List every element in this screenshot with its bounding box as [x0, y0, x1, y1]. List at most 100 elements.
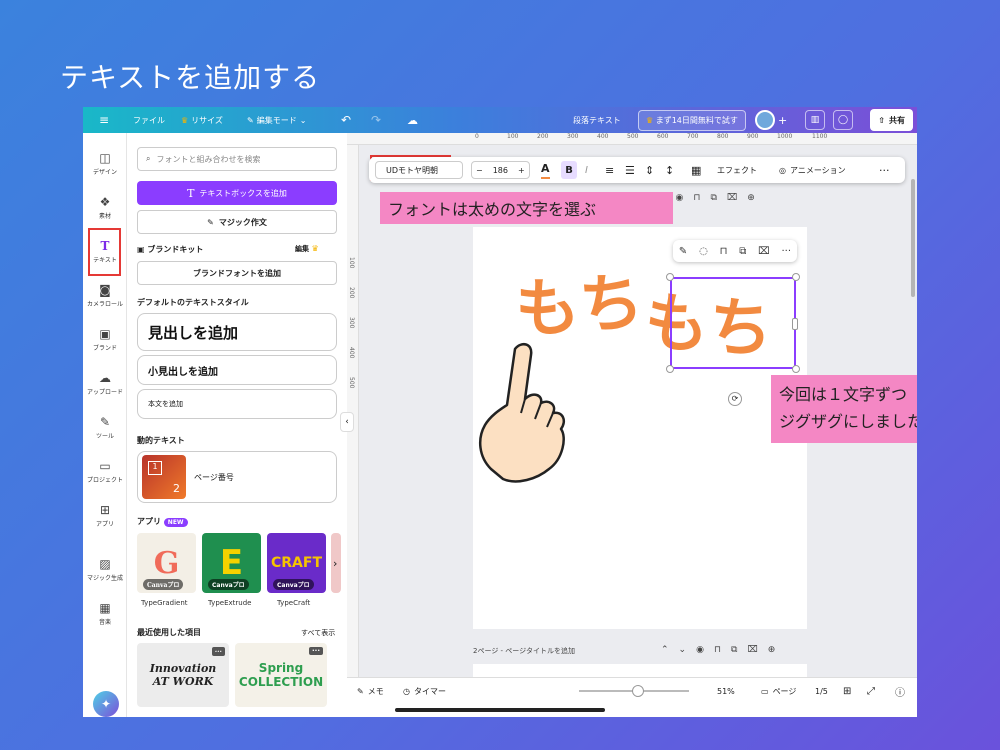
recent-item-1[interactable]: Innovation AT WORK ···	[137, 643, 229, 707]
add-textbox-button[interactable]: T テキストボックスを追加	[137, 181, 337, 205]
undo-icon[interactable]: ↶	[341, 107, 351, 133]
vertical-scrollbar[interactable]	[911, 179, 915, 297]
collapse-panel-button[interactable]: ‹	[340, 412, 354, 432]
add-body-text-button[interactable]: 本文を追加	[137, 389, 337, 419]
app-thumb-typeextrude[interactable]: E Canvaプロ	[202, 533, 261, 593]
rail-item-brand[interactable]: ▣ ブランド	[83, 327, 127, 352]
add-page-icon[interactable]: ⊕	[768, 645, 776, 655]
share-button[interactable]: ⇧ 共有	[870, 109, 913, 131]
avatar[interactable]: +	[755, 109, 787, 131]
rail-item-upload[interactable]: ☁ アップロード	[83, 371, 127, 396]
chevron-up-icon[interactable]: ⌃	[661, 645, 669, 655]
page-2-title[interactable]: 2ページ - ページタイトルを追加	[473, 646, 575, 656]
trash-icon[interactable]: ⌧	[727, 193, 737, 203]
rail-item-tools[interactable]: ✎ ツール	[83, 415, 127, 440]
bold-icon[interactable]: B	[561, 161, 577, 179]
transparency-icon[interactable]: ▦	[691, 157, 701, 183]
add-page-icon[interactable]: ⊕	[747, 193, 755, 203]
resize-handle[interactable]	[666, 273, 674, 281]
edit-mode-menu[interactable]: ✎ 編集モード ⌄	[247, 107, 306, 133]
rail-item-design[interactable]: ◫ デザイン	[83, 151, 127, 176]
chevron-right-icon[interactable]: ›	[333, 557, 337, 570]
grid-view-icon[interactable]: ⊞	[843, 678, 851, 704]
font-size-value[interactable]: 186	[493, 166, 508, 175]
zoom-slider[interactable]	[579, 685, 689, 697]
font-search-input[interactable]: ⌕ フォントと組み合わせを検索	[137, 147, 337, 171]
help-icon[interactable]: ⓘ	[895, 678, 905, 704]
rail-item-elements[interactable]: ❖ 素材	[83, 195, 127, 220]
fullscreen-icon[interactable]: ⤢	[867, 678, 875, 704]
lock-icon[interactable]: ⊓	[720, 246, 728, 257]
duplicate-icon[interactable]: ⧉	[731, 645, 737, 655]
resize-handle[interactable]	[792, 365, 800, 373]
text-color-icon[interactable]: A	[541, 159, 550, 179]
lock-icon[interactable]: ⊓	[714, 645, 721, 655]
add-brand-font-button[interactable]: ブランドフォントを追加	[137, 261, 337, 285]
redo-icon[interactable]: ↷	[371, 107, 381, 133]
add-collaborator-icon[interactable]: +	[778, 114, 787, 127]
eye-icon[interactable]: ◉	[676, 193, 684, 203]
document-title[interactable]: 段落テキスト	[573, 107, 621, 133]
trash-icon[interactable]: ⌧	[747, 645, 757, 655]
brand-edit-label: 編集	[295, 245, 309, 253]
resize-menu[interactable]: ♛ リサイズ	[181, 107, 223, 133]
rail-item-magic-generate[interactable]: ▨ マジック生成	[83, 557, 127, 582]
resize-handle[interactable]	[666, 365, 674, 373]
rotate-icon[interactable]: ⟳	[728, 392, 742, 406]
trash-icon[interactable]: ⌧	[758, 246, 770, 257]
animation-label: アニメーション	[789, 165, 846, 175]
recent-item-2[interactable]: Spring COLLECTION ···	[235, 643, 327, 707]
rail-item-camera-roll[interactable]: ◙ カメラロール	[83, 283, 127, 308]
menu-icon[interactable]: ≡	[99, 107, 109, 133]
more-options-icon[interactable]: ···	[309, 647, 323, 655]
font-selector[interactable]: UDモトヤ明朝	[375, 157, 463, 183]
more-options-icon[interactable]: ···	[211, 647, 225, 656]
zoom-slider-knob[interactable]	[632, 685, 645, 697]
insights-icon[interactable]: ▥	[805, 110, 825, 130]
timer-button[interactable]: ◷ タイマー	[403, 678, 446, 704]
cloud-saved-icon[interactable]: ☁	[407, 107, 418, 133]
magic-write-button[interactable]: ✎ マジック作文	[137, 210, 337, 234]
italic-icon[interactable]: I	[585, 157, 588, 183]
brand-kit-edit-link[interactable]: 編集 ♛	[295, 244, 319, 254]
see-all-link[interactable]: すべて表示	[301, 628, 335, 638]
duplicate-icon[interactable]: ⧉	[739, 246, 746, 257]
duplicate-icon[interactable]: ⧉	[710, 193, 716, 203]
animation-button[interactable]: ◎ アニメーション	[779, 157, 846, 183]
rail-item-project[interactable]: ▭ プロジェクト	[83, 459, 127, 484]
file-menu[interactable]: ファイル	[133, 107, 165, 133]
resize-handle[interactable]	[792, 273, 800, 281]
add-heading-button[interactable]: 見出しを追加	[137, 313, 337, 351]
rail-label: マジック生成	[86, 575, 123, 582]
canvas-text-left[interactable]: もち	[512, 251, 646, 352]
lock-icon[interactable]: ⊓	[693, 193, 700, 203]
selection-box[interactable]	[670, 277, 796, 369]
notes-button[interactable]: ✎ メモ	[357, 678, 384, 704]
vertical-text-icon[interactable]: ↕	[665, 157, 674, 183]
chevron-down-icon[interactable]: ⌄	[679, 645, 687, 655]
comment-icon[interactable]: ◯	[833, 110, 853, 130]
rail-item-apps[interactable]: ⊞ アプリ	[83, 503, 127, 528]
more-options-icon[interactable]: ···	[879, 157, 890, 183]
increase-size-icon[interactable]: +	[518, 166, 525, 175]
list-icon[interactable]: ☰	[625, 157, 635, 183]
more-options-icon[interactable]: ···	[781, 246, 791, 257]
rail-item-audio[interactable]: ▦ 音楽	[83, 601, 127, 626]
app-thumb-typecraft[interactable]: CRAFT Canvaプロ	[267, 533, 326, 593]
add-subheading-button[interactable]: 小見出しを追加	[137, 355, 337, 385]
decrease-size-icon[interactable]: −	[476, 166, 483, 175]
rail-label: 素材	[98, 213, 111, 220]
trial-button[interactable]: ♛ まず14日間無料で試す	[638, 109, 746, 131]
zoom-value[interactable]: 51%	[717, 678, 735, 704]
magic-assistant-button[interactable]: ✦	[93, 691, 119, 717]
magic-edit-icon[interactable]: ✎	[679, 246, 687, 257]
spacing-icon[interactable]: ⇕	[645, 157, 654, 183]
resize-handle[interactable]	[792, 318, 798, 330]
effects-button[interactable]: エフェクト	[717, 157, 757, 183]
app-thumb-typegradient[interactable]: G Canvaプロ	[137, 533, 196, 593]
align-center-icon[interactable]: ≡	[605, 157, 614, 183]
pages-button[interactable]: ▭ ページ	[761, 678, 796, 704]
comment-icon[interactable]: ◌	[699, 246, 708, 257]
eye-icon[interactable]: ◉	[696, 645, 704, 655]
page-number-item[interactable]: 1 2 ページ番号	[137, 451, 337, 503]
